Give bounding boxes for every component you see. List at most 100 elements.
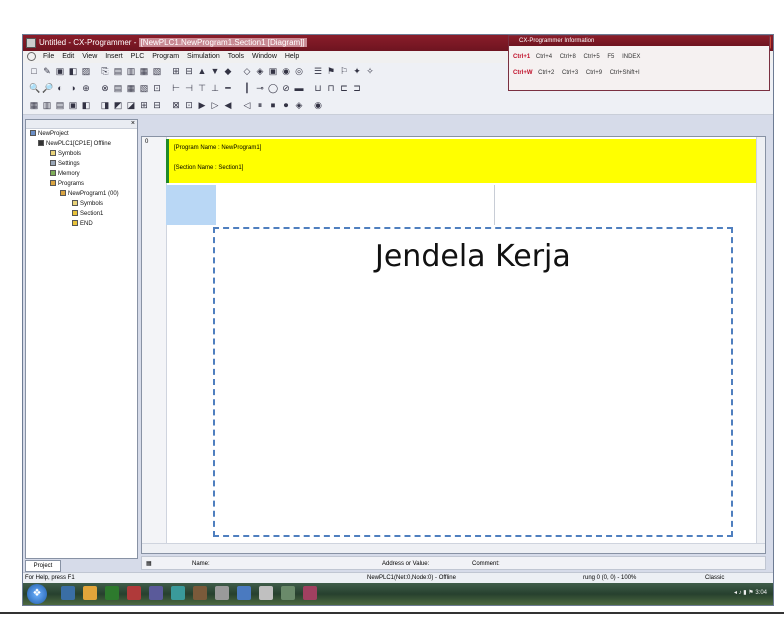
toolbar-button-icon[interactable]: ▲ (197, 66, 207, 76)
toolbar-button-icon[interactable]: ▧ (139, 83, 149, 93)
tree-item-programs[interactable]: Programs (50, 180, 84, 189)
toolbar-button-icon[interactable]: ◇ (242, 66, 252, 76)
toolbar-button-icon[interactable]: ⊗ (100, 83, 110, 93)
taskbar-app-icon[interactable] (105, 586, 119, 600)
toolbar-button-icon[interactable]: ⊡ (184, 100, 194, 110)
toolbar-button-icon[interactable]: ◈ (255, 66, 265, 76)
taskbar-app-icon[interactable] (259, 586, 273, 600)
toolbar-button-icon[interactable]: ◑ (68, 83, 78, 93)
toolbar-button-icon[interactable]: ⊔ (313, 83, 323, 93)
toolbar-button-icon[interactable]: ▦ (29, 100, 39, 110)
toolbar-button-icon[interactable]: ✧ (365, 66, 375, 76)
vertical-scrollbar[interactable] (756, 137, 765, 553)
toolbar-button-icon[interactable]: ▣ (268, 66, 278, 76)
toolbar-button-icon[interactable]: ⎘ (100, 66, 110, 76)
toolbar-button-icon[interactable]: ◪ (126, 100, 136, 110)
toolbar-button-icon[interactable]: ▦ (139, 66, 149, 76)
toolbar-button-icon[interactable]: ⊏ (339, 83, 349, 93)
toolbar-button-icon[interactable]: ◉ (281, 66, 291, 76)
toolbar-button-icon[interactable]: ⊢ (171, 83, 181, 93)
selected-cell-cursor[interactable] (166, 185, 216, 225)
start-button[interactable]: ❖ (27, 584, 47, 604)
toolbar-button-icon[interactable]: ┃ (242, 83, 252, 93)
taskbar-app-icon[interactable] (127, 586, 141, 600)
taskbar-app-icon[interactable] (281, 586, 295, 600)
information-window[interactable]: CX-Programmer Information Ctrl+1 Ctrl+4 … (508, 35, 770, 91)
toolbar-button-icon[interactable]: ⊠ (171, 100, 181, 110)
toolbar-button-icon[interactable]: ◯ (268, 83, 278, 93)
taskbar-app-icon[interactable] (149, 586, 163, 600)
toolbar-button-icon[interactable]: ▤ (113, 66, 123, 76)
toolbar-button-icon[interactable]: ▧ (152, 66, 162, 76)
toolbar-button-icon[interactable]: ◈ (294, 100, 304, 110)
toolbar-button-icon[interactable]: ⊘ (281, 83, 291, 93)
toolbar-button-icon[interactable]: ⊕ (81, 83, 91, 93)
taskbar-app-icon[interactable] (171, 586, 185, 600)
close-icon[interactable]: × (131, 120, 135, 128)
tab-project[interactable]: Project (25, 560, 61, 572)
toolbar-button-icon[interactable]: 🔎 (42, 83, 53, 93)
toolbar-button-icon[interactable]: ⊐ (352, 83, 362, 93)
toolbar-button-icon[interactable]: ☰ (313, 66, 323, 76)
menu-help[interactable]: Help (285, 53, 299, 60)
toolbar-button-icon[interactable]: ◧ (68, 66, 78, 76)
toolbar-button-icon[interactable]: ⏹ (268, 100, 278, 110)
tree-item-plc[interactable]: NewPLC1[CP1E] Offline (38, 140, 111, 149)
toolbar-button-icon[interactable]: ⊟ (152, 100, 162, 110)
toolbar-button-icon[interactable]: ⊡ (152, 83, 162, 93)
toolbar-button-icon[interactable]: ⊞ (139, 100, 149, 110)
menu-insert[interactable]: Insert (105, 53, 123, 60)
toolbar-button-icon[interactable]: ◐ (55, 83, 65, 93)
taskbar-app-icon[interactable] (303, 586, 317, 600)
toolbar-button-icon[interactable]: 🔍 (29, 83, 40, 93)
toolbar-button-icon[interactable]: ⏸ (255, 100, 265, 110)
toolbar-button-icon[interactable]: ⚐ (339, 66, 349, 76)
menu-tools[interactable]: Tools (228, 53, 244, 60)
toolbar-button-icon[interactable]: ▣ (68, 100, 78, 110)
tree-item-memory[interactable]: Memory (50, 170, 80, 179)
toolbar-button-icon[interactable]: ⊣ (184, 83, 194, 93)
toolbar-button-icon[interactable]: ▣ (55, 66, 65, 76)
toolbar-button-icon[interactable]: ⊞ (171, 66, 181, 76)
tree-item-end[interactable]: END (72, 220, 93, 229)
taskbar-app-icon[interactable] (61, 586, 75, 600)
menu-edit[interactable]: Edit (62, 53, 74, 60)
toolbar-button-icon[interactable]: ▨ (81, 66, 91, 76)
toolbar-button-icon[interactable]: ⊓ (326, 83, 336, 93)
toolbar-button-icon[interactable]: ◨ (100, 100, 110, 110)
menu-view[interactable]: View (82, 53, 97, 60)
taskbar-app-icon[interactable] (237, 586, 251, 600)
toolbar-button-icon[interactable]: ▬ (294, 83, 304, 93)
horizontal-scrollbar[interactable] (142, 543, 765, 553)
menu-program[interactable]: Program (152, 53, 179, 60)
toolbar-button-icon[interactable]: ▶ (197, 100, 207, 110)
toolbar-button-icon[interactable]: □ (29, 66, 39, 76)
toolbar-button-icon[interactable]: ◁ (242, 100, 252, 110)
menu-window[interactable]: Window (252, 53, 277, 60)
toolbar-button-icon[interactable]: ✦ (352, 66, 362, 76)
taskbar-app-icon[interactable] (83, 586, 97, 600)
toolbar-button-icon[interactable]: ▤ (113, 83, 123, 93)
toolbar-button-icon[interactable]: ▼ (210, 66, 220, 76)
toolbar-button-icon[interactable]: ⊥ (210, 83, 220, 93)
toolbar-button-icon[interactable]: ━ (223, 83, 233, 93)
toolbar-button-icon[interactable]: ▤ (55, 100, 65, 110)
toolbar-button-icon[interactable]: ▥ (42, 100, 52, 110)
menu-simulation[interactable]: Simulation (187, 53, 220, 60)
tree-item-newprogram[interactable]: NewProgram1 (00) (60, 190, 119, 199)
tree-item-project[interactable]: NewProject (30, 130, 69, 139)
toolbar-button-icon[interactable]: ◧ (81, 100, 91, 110)
taskbar-app-icon[interactable] (193, 586, 207, 600)
system-tray[interactable]: ◂ ♪ ▮ ⚑ 3:04 (734, 589, 767, 596)
taskbar-app-icon[interactable] (215, 586, 229, 600)
toolbar-button-icon[interactable]: ◎ (294, 66, 304, 76)
tree-item-symbols[interactable]: Symbols (50, 150, 81, 159)
toolbar-button-icon[interactable]: ⏺ (281, 100, 291, 110)
toolbar-button-icon[interactable]: ✎ (42, 66, 52, 76)
toolbar-button-icon[interactable]: ▷ (210, 100, 220, 110)
toolbar-button-icon[interactable]: ⚑ (326, 66, 336, 76)
tree-item-program-symbols[interactable]: Symbols (72, 200, 103, 209)
toolbar-button-icon[interactable]: ▥ (126, 66, 136, 76)
toolbar-button-icon[interactable]: ⊸ (255, 83, 265, 93)
toolbar-button-icon[interactable]: ▦ (126, 83, 136, 93)
